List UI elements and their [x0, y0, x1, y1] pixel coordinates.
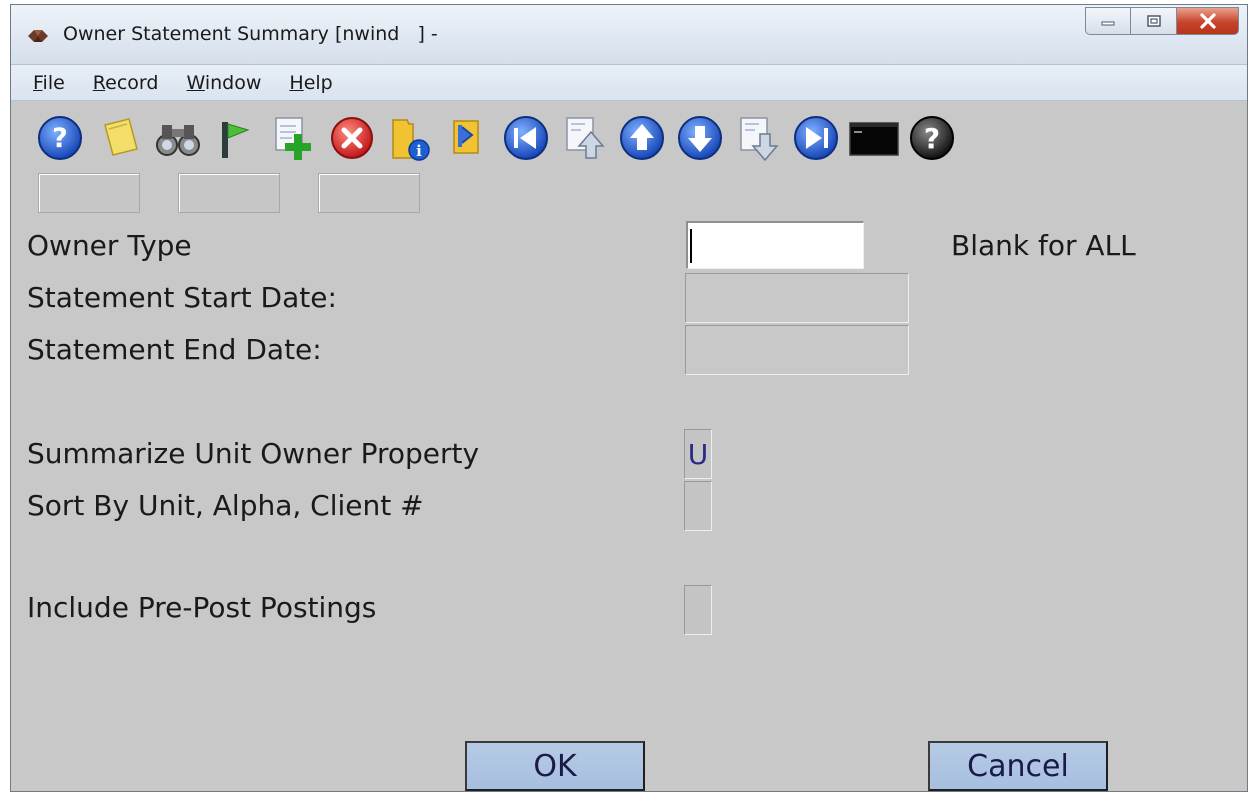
terminal-icon — [849, 122, 899, 156]
status-field-2 — [178, 173, 280, 213]
menu-help[interactable]: Help — [289, 72, 332, 94]
menu-help-mnemonic: H — [289, 71, 304, 94]
include-pre-post-postings-label: Include Pre-Post Postings — [27, 591, 377, 624]
menu-file-mnemonic: F — [33, 71, 43, 94]
previous-record-button[interactable] — [613, 105, 671, 171]
summarize-unit-owner-property-input[interactable]: U — [684, 429, 712, 479]
context-help-icon: ? — [910, 116, 954, 160]
page-up-button[interactable] — [555, 105, 613, 171]
menu-help-label: elp — [303, 71, 333, 94]
svg-text:i: i — [416, 142, 422, 160]
menu-bar: File Record Window Help — [11, 65, 1247, 101]
menu-window[interactable]: Window — [186, 72, 261, 94]
delete-button[interactable] — [323, 105, 381, 171]
svg-text:?: ? — [52, 123, 68, 154]
window-controls — [1085, 7, 1239, 35]
maximize-button[interactable] — [1131, 7, 1177, 35]
flag-button[interactable] — [207, 105, 265, 171]
export-icon — [453, 120, 479, 154]
binoculars-icon — [156, 125, 200, 156]
previous-record-icon — [620, 116, 664, 160]
menu-record-mnemonic: R — [92, 71, 106, 94]
delete-icon — [331, 117, 373, 159]
note-icon — [104, 118, 138, 156]
minimize-button[interactable] — [1085, 7, 1131, 35]
close-icon — [1199, 13, 1216, 29]
owner-type-input[interactable] — [686, 221, 864, 269]
page-down-icon — [740, 117, 779, 162]
statement-end-date-input[interactable] — [685, 325, 909, 375]
add-record-button[interactable] — [265, 105, 323, 171]
context-help-button[interactable]: ? — [903, 105, 961, 171]
sort-by-input[interactable] — [684, 481, 712, 531]
folder-info-icon: i — [392, 119, 430, 161]
folder-info-button[interactable]: i — [381, 105, 439, 171]
text-caret — [690, 229, 692, 263]
owner-type-hint: Blank for ALL — [951, 229, 1136, 262]
page-down-button[interactable] — [729, 105, 787, 171]
terminal-button[interactable] — [845, 105, 903, 171]
help-button[interactable]: ? — [29, 105, 91, 171]
statement-end-date-label: Statement End Date: — [27, 333, 322, 366]
status-field-1 — [38, 173, 140, 213]
note-button[interactable] — [91, 105, 149, 171]
flag-icon — [222, 122, 250, 158]
owner-type-label: Owner Type — [27, 229, 192, 262]
owner-statement-summary-window: Owner Statement Summary [nwind ] - File … — [10, 4, 1248, 792]
summarize-unit-owner-property-label: Summarize Unit Owner Property — [27, 437, 480, 470]
first-record-icon — [504, 116, 548, 160]
title-bar[interactable]: Owner Statement Summary [nwind ] - — [11, 5, 1247, 65]
cancel-button[interactable]: Cancel — [928, 741, 1108, 791]
svg-text:?: ? — [924, 122, 940, 155]
statement-start-date-input[interactable] — [685, 273, 909, 323]
last-record-icon — [794, 116, 838, 160]
statement-start-date-label: Statement Start Date: — [27, 281, 337, 314]
menu-window-mnemonic: W — [186, 71, 205, 94]
menu-file-label: ile — [42, 71, 65, 94]
app-icon — [28, 30, 48, 42]
menu-record-label: ecord — [105, 71, 159, 94]
last-record-button[interactable] — [787, 105, 845, 171]
menu-window-label: indow — [204, 71, 262, 94]
export-button[interactable] — [439, 105, 497, 171]
first-record-button[interactable] — [497, 105, 555, 171]
sort-by-label: Sort By Unit, Alpha, Client # — [27, 489, 424, 522]
restore-icon — [1146, 15, 1161, 27]
add-record-icon — [275, 117, 311, 160]
toolbar: ? i ? — [29, 105, 961, 171]
status-field-3 — [318, 173, 420, 213]
menu-record[interactable]: Record — [93, 72, 159, 94]
close-button[interactable] — [1177, 7, 1239, 35]
ok-button[interactable]: OK — [465, 741, 645, 791]
include-pre-post-postings-input[interactable] — [684, 585, 712, 635]
next-record-icon — [678, 116, 722, 160]
menu-file[interactable]: File — [33, 72, 65, 94]
page-up-icon — [566, 117, 605, 159]
window-title: Owner Statement Summary [nwind ] - — [63, 23, 438, 45]
help-icon: ? — [38, 116, 82, 160]
minimize-icon — [1101, 21, 1115, 26]
next-record-button[interactable] — [671, 105, 729, 171]
find-button[interactable] — [149, 105, 207, 171]
